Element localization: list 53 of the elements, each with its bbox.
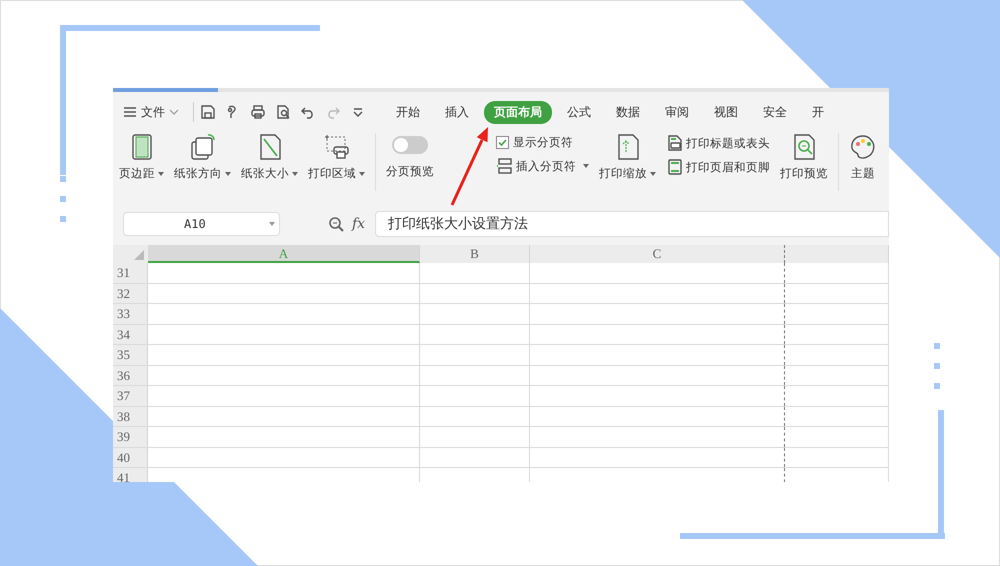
print-titles-icon — [666, 135, 682, 151]
ribbon-tab[interactable]: 视图 — [704, 100, 748, 124]
formula-field[interactable]: 打印纸张大小设置方法 — [375, 211, 889, 237]
dropdown-icon — [269, 222, 275, 226]
save-icon[interactable] — [200, 104, 216, 120]
toggle-switch[interactable] — [392, 136, 428, 154]
print-icon[interactable] — [250, 104, 266, 120]
checkbox-label[interactable]: 显示分页符 — [513, 135, 573, 150]
ribbon-tab[interactable]: 开 — [802, 100, 834, 124]
zoom-icon[interactable] — [328, 216, 344, 232]
ribbon-button[interactable]: 主题 — [849, 133, 877, 181]
ribbon-tab[interactable]: 审阅 — [655, 100, 699, 124]
ribbon-tab[interactable]: 公式 — [557, 100, 601, 124]
ribbon-tab[interactable]: 插入 — [435, 100, 479, 124]
ribbon-button[interactable]: 页边距 — [119, 133, 164, 181]
ribbon-button[interactable]: 纸张大小 — [241, 133, 298, 181]
ribbon-tab[interactable]: 数据 — [606, 100, 650, 124]
column-header[interactable]: B — [420, 245, 530, 263]
ribbon-button[interactable]: 插入分页符 — [496, 158, 589, 174]
print-preview-icon[interactable] — [275, 104, 291, 120]
row-number[interactable]: 31 — [113, 263, 148, 282]
chevron-down-icon[interactable] — [169, 108, 179, 116]
ribbon-tab[interactable]: 开始 — [386, 100, 430, 124]
name-box[interactable]: A10 — [123, 212, 280, 236]
toggle-label: 分页预览 — [386, 164, 434, 179]
column-header[interactable]: C — [530, 245, 785, 263]
row-number[interactable]: 39 — [113, 427, 148, 446]
row-number[interactable]: 41 — [113, 468, 148, 482]
ribbon-button[interactable]: 纸张方向 — [174, 133, 231, 181]
checkbox[interactable] — [496, 136, 509, 149]
row-number[interactable]: 40 — [113, 448, 148, 467]
row-number[interactable]: 35 — [113, 345, 148, 364]
header-footer-icon — [666, 159, 682, 175]
ribbon-button[interactable]: 打印页眉和页脚 — [666, 159, 770, 175]
orientation-icon — [188, 133, 216, 161]
menu-icon[interactable] — [123, 106, 137, 118]
palette-icon — [849, 133, 877, 161]
fx-label[interactable]: fx — [352, 216, 366, 232]
insert-page-break-icon — [496, 158, 512, 174]
row-number[interactable]: 38 — [113, 406, 148, 426]
check-icon — [497, 137, 508, 148]
ribbon-button[interactable]: 打印预览 — [780, 133, 828, 181]
row-number[interactable]: 34 — [113, 324, 148, 344]
ribbon-button[interactable]: 打印缩放 — [599, 133, 656, 181]
row-number[interactable]: 37 — [113, 386, 148, 406]
file-menu[interactable]: 文件 — [141, 104, 165, 120]
row-number[interactable]: 32 — [113, 284, 148, 303]
row-number[interactable]: 33 — [113, 304, 148, 324]
ribbon-button[interactable]: 打印标题或表头 — [666, 135, 770, 151]
ribbon-tab[interactable]: 安全 — [753, 100, 797, 124]
ribbon-button[interactable]: 打印区域 — [308, 133, 365, 181]
print-area-icon — [322, 133, 350, 161]
row-number[interactable]: 36 — [113, 366, 148, 385]
